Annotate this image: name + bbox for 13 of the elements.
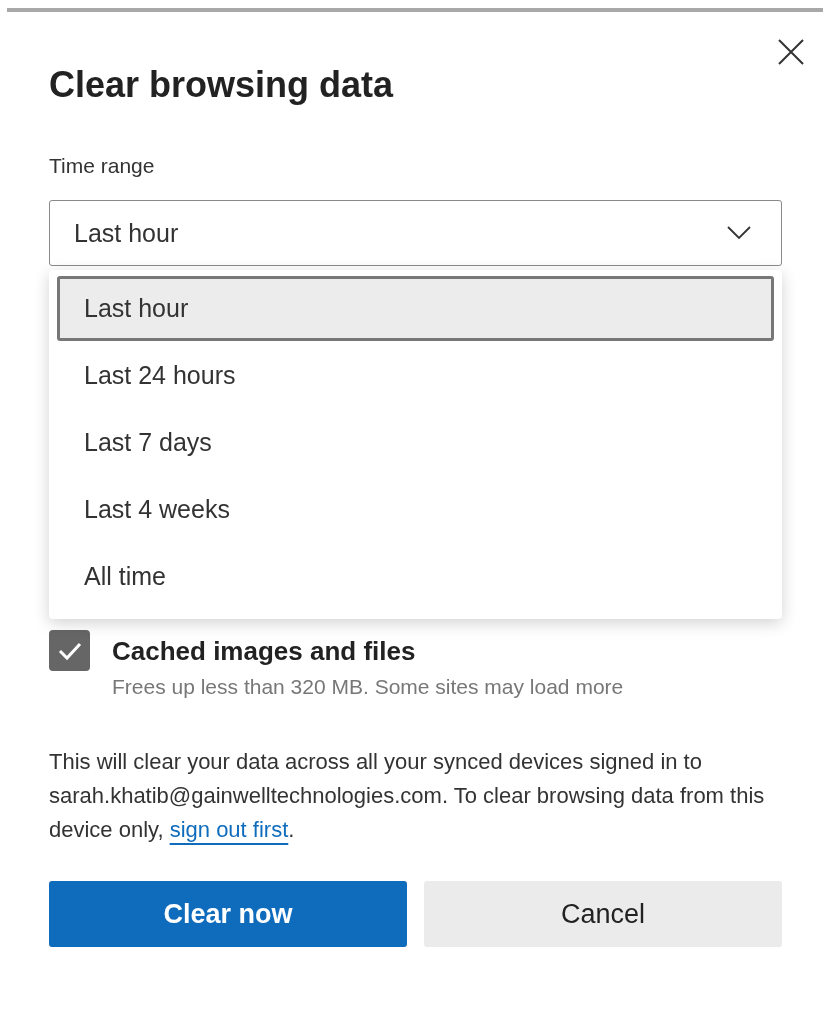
checkbox[interactable]: [49, 630, 90, 671]
cancel-button[interactable]: Cancel: [424, 881, 782, 947]
field-label: Time range: [49, 154, 155, 178]
dropdown-option[interactable]: Last hour: [57, 276, 774, 341]
clear-now-button[interactable]: Clear now: [49, 881, 407, 947]
checkbox-description: Frees up less than 320 MB. Some sites may load more: [112, 675, 624, 699]
dialog-title: Clear browsing data: [49, 64, 395, 106]
time-range-dropdown[interactable]: Last hour: [49, 200, 782, 266]
checkbox-label: Cached images and files: [112, 636, 417, 667]
notice-text: This will clear your data across all your synced devices signed in to sarah.khatib@gainwelltechnologies.com. To clear browsing data from this device only, sign out first.: [49, 748, 766, 844]
close-icon[interactable]: [777, 38, 805, 66]
chevron-down-icon: [727, 226, 751, 240]
sign-out-link[interactable]: sign out first: [169, 817, 289, 842]
